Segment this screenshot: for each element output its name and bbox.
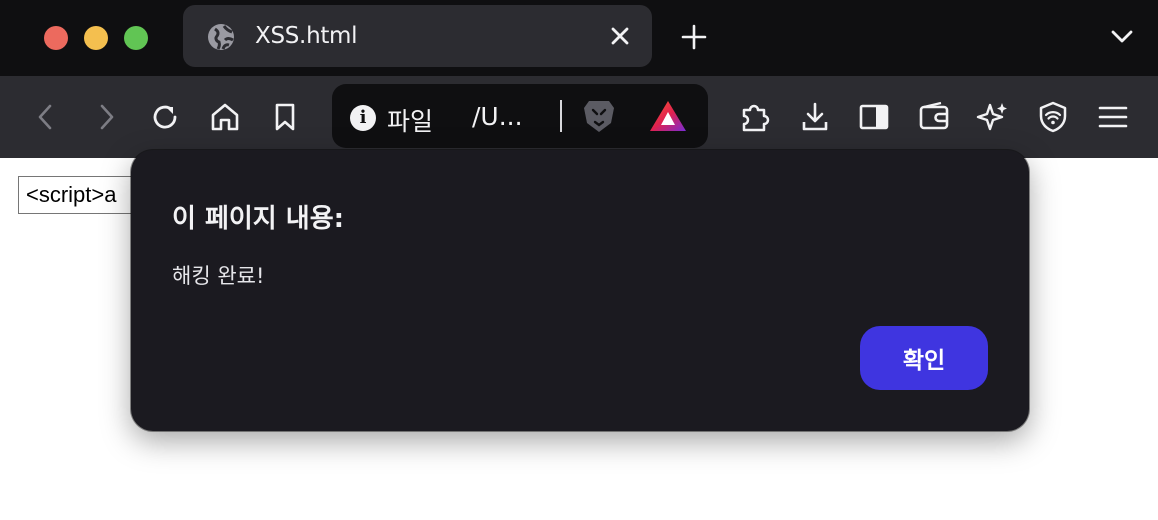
leo-ai-icon[interactable]: [975, 99, 1011, 135]
alert-dialog: 이 페이지 내용: 해킹 완료! 확인: [131, 150, 1029, 431]
dialog-message: 해킹 완료!: [172, 264, 265, 288]
menu-icon[interactable]: [1095, 99, 1131, 135]
vpn-shield-icon[interactable]: [1035, 99, 1071, 135]
window-minimize-button[interactable]: [84, 26, 108, 50]
dialog-title: 이 페이지 내용:: [172, 204, 345, 234]
sidebar-icon[interactable]: [856, 99, 892, 135]
url-scheme-label: 파일: [387, 107, 434, 136]
ok-button[interactable]: 확인: [860, 326, 988, 390]
wallet-icon[interactable]: [916, 99, 952, 135]
forward-icon[interactable]: [88, 99, 124, 135]
brave-shields-icon[interactable]: [582, 98, 616, 134]
close-icon[interactable]: [609, 25, 631, 47]
info-icon[interactable]: i: [350, 105, 376, 131]
url-divider: [560, 100, 562, 132]
bookmark-icon[interactable]: [267, 99, 303, 135]
window-zoom-button[interactable]: [124, 26, 148, 50]
chevron-down-icon[interactable]: [1110, 27, 1134, 47]
brave-rewards-icon[interactable]: [648, 99, 688, 133]
globe-icon: [207, 23, 235, 51]
download-icon[interactable]: [797, 99, 833, 135]
address-bar[interactable]: i 파일 /U...: [332, 84, 708, 148]
home-icon[interactable]: [207, 99, 243, 135]
tab-title: XSS.html: [255, 23, 358, 49]
extensions-icon[interactable]: [736, 99, 772, 135]
tab-active[interactable]: XSS.html: [183, 5, 652, 67]
reload-icon[interactable]: [147, 99, 183, 135]
new-tab-icon[interactable]: [681, 24, 707, 50]
back-icon[interactable]: [28, 99, 64, 135]
tab-strip: XSS.html: [0, 0, 1158, 76]
browser-toolbar: i 파일 /U...: [0, 76, 1158, 158]
window-close-button[interactable]: [44, 26, 68, 50]
url-text[interactable]: /U...: [472, 102, 523, 131]
